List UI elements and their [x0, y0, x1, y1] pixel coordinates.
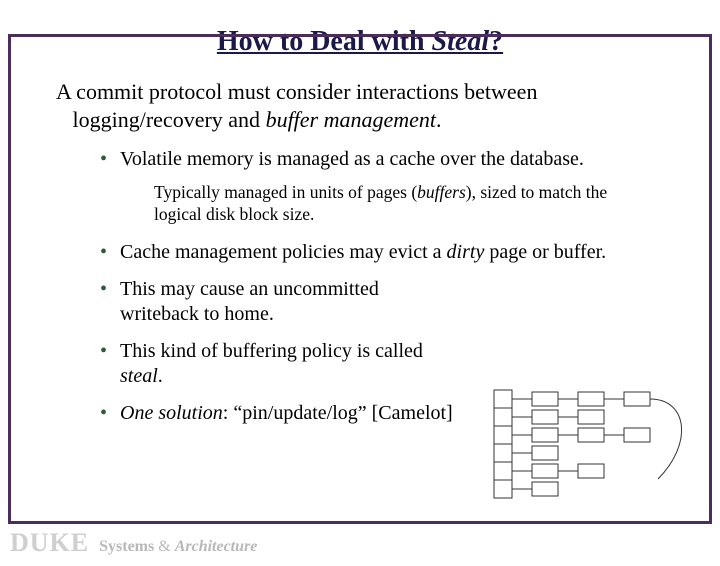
bullet-5-em: One solution	[120, 402, 223, 424]
sub-em: buffers	[417, 182, 466, 202]
footer-duke: DUKE	[10, 528, 89, 557]
footer-systems-arch: Systems & Architecture	[99, 538, 257, 555]
bullet-4-post: .	[158, 365, 163, 387]
bullet-1-text: Volatile memory is managed as a cache ov…	[120, 148, 584, 170]
sub-pre: Typically managed in units of pages (	[154, 182, 417, 202]
bullet-5-post: : “pin/update/log” [Camelot]	[223, 402, 453, 424]
footer: DUKE Systems & Architecture	[10, 528, 257, 558]
bullet-4-em: steal	[120, 365, 158, 387]
bullet-2: Cache management policies may evict a di…	[100, 240, 680, 265]
footer-systems: Systems	[99, 538, 154, 555]
bullet-list: Volatile memory is managed as a cache ov…	[52, 147, 680, 265]
bullet-1: Volatile memory is managed as a cache ov…	[100, 147, 680, 226]
footer-arch: Architecture	[175, 538, 258, 555]
buffer-diagram	[488, 384, 698, 504]
bullet-2-em: dirty	[447, 241, 485, 263]
bullet-4-pre: This kind of buffering policy is called	[120, 340, 423, 362]
bullet-3-text: This may cause an uncommitted writeback …	[120, 278, 379, 325]
bullet-2-pre: Cache management policies may evict a	[120, 241, 447, 263]
bullet-2-post: page or buffer.	[484, 241, 606, 263]
bullet-4: This kind of buffering policy is called …	[100, 339, 470, 389]
bullet-3: This may cause an uncommitted writeback …	[100, 277, 470, 327]
sub-bullet: Typically managed in units of pages (buf…	[154, 182, 670, 226]
footer-amp: &	[154, 538, 174, 555]
